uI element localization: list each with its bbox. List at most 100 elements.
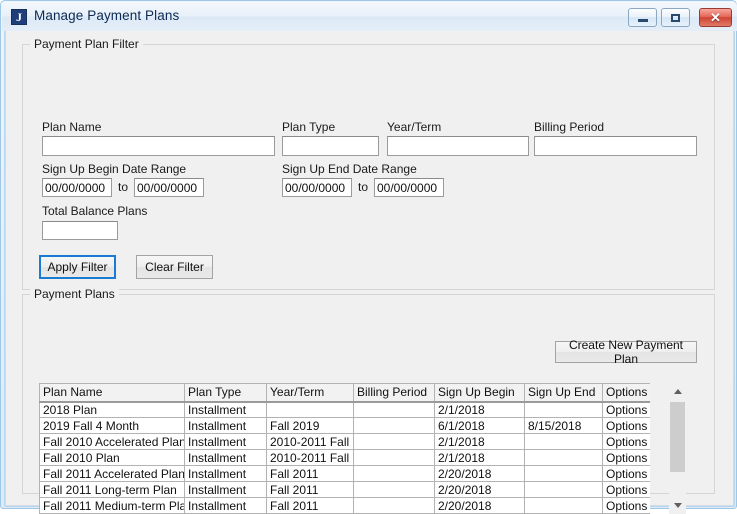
table-cell: Installment bbox=[185, 498, 267, 514]
client-area: Payment Plan Filter Plan Name Plan Type … bbox=[5, 31, 734, 506]
window-title: Manage Payment Plans bbox=[34, 8, 179, 23]
plan-type-label: Plan Type bbox=[282, 120, 335, 134]
table-column-header[interactable]: Options bbox=[603, 384, 651, 402]
signup-end-from-input[interactable] bbox=[282, 178, 352, 197]
table-cell: 2018 Plan bbox=[40, 402, 185, 418]
table-cell: Fall 2011 Long-term Plan bbox=[40, 482, 185, 498]
table-cell: 8/15/2018 bbox=[525, 418, 603, 434]
table-cell bbox=[525, 498, 603, 514]
table-cell: Fall 2011 bbox=[267, 498, 354, 514]
payment-plans-table[interactable]: Plan NamePlan TypeYear/TermBilling Perio… bbox=[39, 383, 650, 514]
table-column-header[interactable]: Plan Type bbox=[185, 384, 267, 402]
table-cell bbox=[354, 498, 435, 514]
year-term-input[interactable] bbox=[387, 136, 529, 156]
table-cell bbox=[525, 466, 603, 482]
close-button[interactable]: ✕ bbox=[699, 8, 732, 27]
options-link[interactable]: Options bbox=[603, 498, 651, 514]
total-balance-plans-input[interactable] bbox=[42, 221, 118, 240]
table-column-header[interactable]: Sign Up Begin bbox=[435, 384, 525, 402]
signup-begin-range-label: Sign Up Begin Date Range bbox=[42, 162, 186, 176]
title-bar[interactable]: J Manage Payment Plans ✕ bbox=[2, 2, 737, 31]
table-cell bbox=[525, 402, 603, 418]
table-vertical-scrollbar[interactable] bbox=[669, 383, 686, 514]
table-cell bbox=[354, 402, 435, 418]
options-link[interactable]: Options bbox=[603, 418, 651, 434]
close-icon: ✕ bbox=[700, 9, 731, 26]
chevron-up-icon[interactable] bbox=[669, 383, 686, 400]
table-cell bbox=[525, 482, 603, 498]
options-link[interactable]: Options bbox=[603, 482, 651, 498]
table-cell: Fall 2011 bbox=[267, 466, 354, 482]
options-link[interactable]: Options bbox=[603, 402, 651, 418]
plans-group-legend: Payment Plans bbox=[30, 287, 119, 301]
table-cell bbox=[354, 434, 435, 450]
table-cell: Installment bbox=[185, 402, 267, 418]
table-row[interactable]: Fall 2010 Accelerated PlanInstallment201… bbox=[40, 434, 651, 450]
table-row[interactable]: Fall 2011 Long-term PlanInstallmentFall … bbox=[40, 482, 651, 498]
table-cell bbox=[354, 466, 435, 482]
signup-begin-from-input[interactable] bbox=[42, 178, 112, 197]
plan-name-label: Plan Name bbox=[42, 120, 101, 134]
application-window: J Manage Payment Plans ✕ Payment Plan Fi… bbox=[0, 0, 737, 509]
billing-period-label: Billing Period bbox=[534, 120, 604, 134]
table-row[interactable]: Fall 2011 Accelerated PlanInstallmentFal… bbox=[40, 466, 651, 482]
table-cell: 6/1/2018 bbox=[435, 418, 525, 434]
table-cell: 2/20/2018 bbox=[435, 498, 525, 514]
signup-begin-to-input[interactable] bbox=[134, 178, 204, 197]
scrollbar-thumb[interactable] bbox=[670, 402, 685, 472]
app-logo-icon: J bbox=[11, 9, 27, 25]
total-balance-plans-label: Total Balance Plans bbox=[42, 204, 147, 218]
table-cell: Installment bbox=[185, 418, 267, 434]
signup-end-to-label: to bbox=[358, 180, 368, 194]
signup-end-to-input[interactable] bbox=[374, 178, 444, 197]
maximize-button[interactable] bbox=[661, 8, 690, 27]
clear-filter-button[interactable]: Clear Filter bbox=[136, 255, 213, 279]
minimize-button[interactable] bbox=[628, 8, 657, 27]
table-cell bbox=[354, 450, 435, 466]
table-row[interactable]: Fall 2011 Medium-term PlanInstallmentFal… bbox=[40, 498, 651, 514]
signup-begin-to-label: to bbox=[118, 180, 128, 194]
signup-end-range-label: Sign Up End Date Range bbox=[282, 162, 417, 176]
filter-group-legend: Payment Plan Filter bbox=[30, 37, 143, 51]
table-cell bbox=[354, 418, 435, 434]
table-cell: 2/20/2018 bbox=[435, 466, 525, 482]
table-cell: 2/1/2018 bbox=[435, 450, 525, 466]
options-link[interactable]: Options bbox=[603, 434, 651, 450]
table-cell bbox=[525, 450, 603, 466]
billing-period-input[interactable] bbox=[534, 136, 697, 156]
table-header-row: Plan NamePlan TypeYear/TermBilling Perio… bbox=[40, 384, 651, 402]
table-cell: 2019 Fall 4 Month bbox=[40, 418, 185, 434]
plan-name-input[interactable] bbox=[42, 136, 275, 156]
create-new-payment-plan-button[interactable]: Create New Payment Plan bbox=[555, 341, 697, 363]
table-cell: Installment bbox=[185, 450, 267, 466]
maximize-icon bbox=[662, 9, 689, 26]
table-column-header[interactable]: Year/Term bbox=[267, 384, 354, 402]
table-column-header[interactable]: Billing Period bbox=[354, 384, 435, 402]
table-cell: 2/20/2018 bbox=[435, 482, 525, 498]
apply-filter-button[interactable]: Apply Filter bbox=[39, 255, 116, 279]
options-link[interactable]: Options bbox=[603, 450, 651, 466]
table-cell: 2010-2011 Fall bbox=[267, 434, 354, 450]
table-cell: Installment bbox=[185, 434, 267, 450]
table-cell: 2/1/2018 bbox=[435, 402, 525, 418]
table-cell: Installment bbox=[185, 482, 267, 498]
table-row[interactable]: 2018 PlanInstallment 2/1/2018 Options bbox=[40, 402, 651, 418]
plan-type-input[interactable] bbox=[282, 136, 379, 156]
table-column-header[interactable]: Sign Up End bbox=[525, 384, 603, 402]
year-term-label: Year/Term bbox=[387, 120, 441, 134]
table-cell: Fall 2011 bbox=[267, 482, 354, 498]
table-cell: Fall 2010 Accelerated Plan bbox=[40, 434, 185, 450]
options-link[interactable]: Options bbox=[603, 466, 651, 482]
table-cell: 2/1/2018 bbox=[435, 434, 525, 450]
table-cell: Fall 2011 Accelerated Plan bbox=[40, 466, 185, 482]
table-cell: Fall 2011 Medium-term Plan bbox=[40, 498, 185, 514]
table-column-header[interactable]: Plan Name bbox=[40, 384, 185, 402]
chevron-down-icon[interactable] bbox=[669, 497, 686, 514]
table-cell bbox=[525, 434, 603, 450]
table-row[interactable]: 2019 Fall 4 MonthInstallmentFall 20196/1… bbox=[40, 418, 651, 434]
table-cell: Fall 2010 Plan bbox=[40, 450, 185, 466]
minimize-icon bbox=[629, 9, 656, 26]
table-row[interactable]: Fall 2010 PlanInstallment2010-2011 Fall2… bbox=[40, 450, 651, 466]
table-cell bbox=[354, 482, 435, 498]
table-cell bbox=[267, 402, 354, 418]
